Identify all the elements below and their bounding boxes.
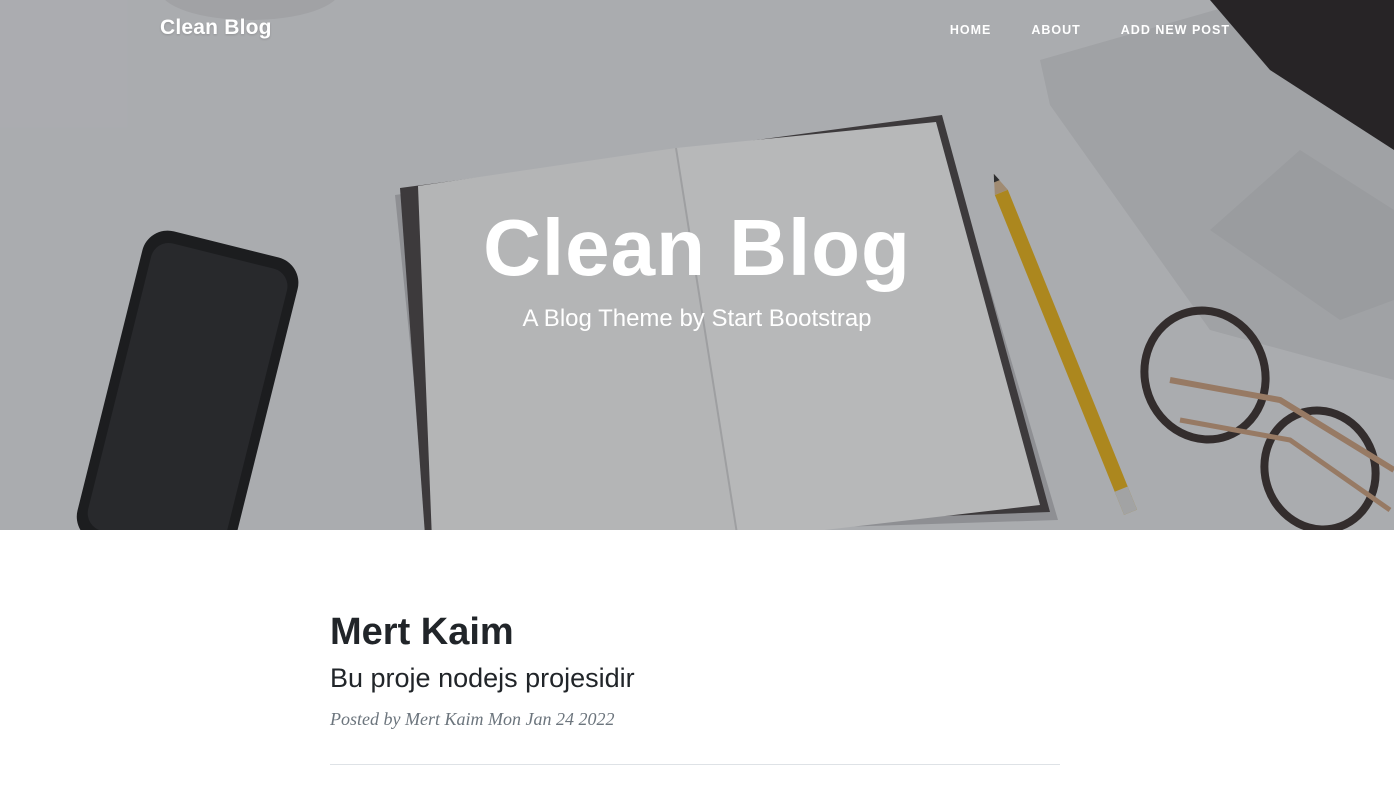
- post-divider: [330, 764, 1060, 765]
- nav-links: HOME ABOUT ADD NEW POST: [950, 23, 1230, 37]
- navbar-brand[interactable]: Clean Blog: [160, 16, 272, 40]
- site-heading: Clean Blog A Blog Theme by Start Bootstr…: [0, 196, 1394, 334]
- site-title: Clean Blog: [483, 203, 911, 292]
- post-subtitle[interactable]: Bu proje nodejs projesidir: [330, 658, 1060, 698]
- post-link[interactable]: Mert Kaim Bu proje nodejs projesidir: [330, 610, 1060, 698]
- masthead: Clean Blog HOME ABOUT ADD NEW POST Clean…: [0, 0, 1394, 530]
- nav-link-about[interactable]: ABOUT: [1031, 23, 1080, 37]
- main-content: Mert Kaim Bu proje nodejs projesidir Pos…: [330, 530, 1060, 765]
- main-navbar: Clean Blog HOME ABOUT ADD NEW POST: [0, 0, 1394, 62]
- post-title[interactable]: Mert Kaim: [330, 610, 1060, 654]
- site-subtitle: A Blog Theme by Start Bootstrap: [522, 305, 872, 332]
- post-meta-prefix: Posted by: [330, 709, 401, 729]
- post-author-link[interactable]: Mert Kaim: [405, 709, 484, 729]
- post-meta: Posted by Mert Kaim Mon Jan 24 2022: [330, 706, 1060, 732]
- nav-link-home[interactable]: HOME: [950, 23, 992, 37]
- post-preview: Mert Kaim Bu proje nodejs projesidir Pos…: [330, 530, 1060, 732]
- nav-link-add-new-post[interactable]: ADD NEW POST: [1121, 23, 1230, 37]
- post-date: Mon Jan 24 2022: [487, 709, 615, 729]
